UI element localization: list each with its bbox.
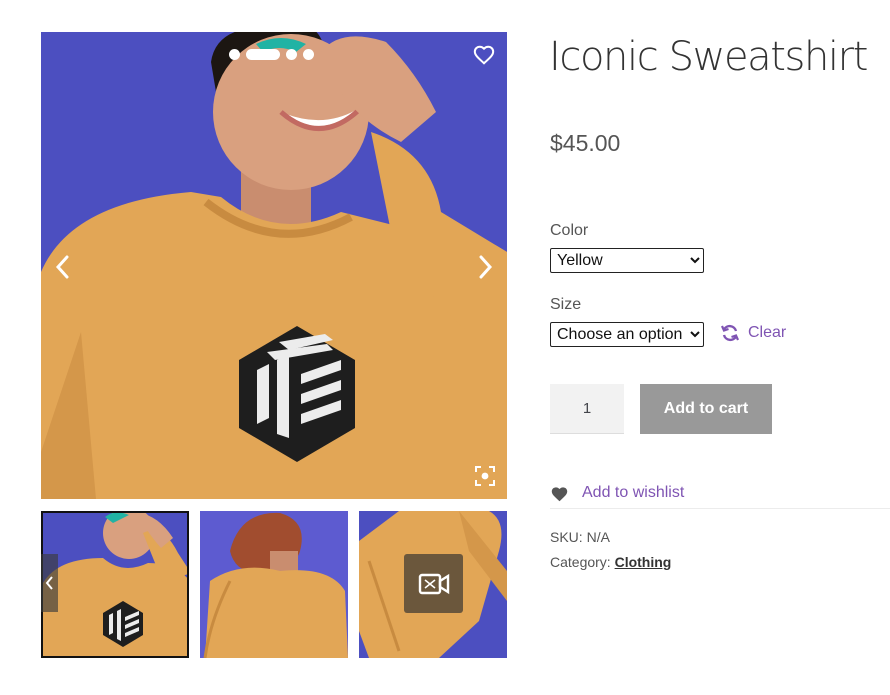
divider — [550, 508, 890, 509]
product-title: Iconic Sweatshirt — [549, 34, 868, 80]
chevron-left-icon[interactable] — [51, 252, 75, 282]
add-to-cart-button[interactable]: Add to cart — [640, 384, 772, 434]
zoom-icon[interactable] — [474, 465, 496, 487]
product-sku: SKU: N/A — [550, 529, 610, 545]
product-category: Category: Clothing — [550, 554, 671, 570]
slide-dot[interactable] — [303, 48, 314, 60]
size-select[interactable]: Choose an option — [550, 322, 704, 347]
color-select[interactable]: Yellow — [550, 248, 704, 273]
video-badge — [404, 554, 463, 613]
refresh-icon — [720, 324, 740, 342]
heart-icon[interactable] — [473, 44, 495, 66]
slide-dot-active[interactable] — [246, 48, 280, 60]
thumbnail-front[interactable] — [41, 511, 189, 658]
thumbnail-prev-button[interactable] — [41, 554, 58, 612]
add-to-wishlist-link[interactable]: Add to wishlist — [550, 484, 684, 502]
sku-label: SKU: — [550, 529, 583, 545]
product-main-image[interactable] — [41, 32, 507, 499]
quantity-input[interactable] — [550, 384, 624, 434]
thumbnail-strip — [41, 511, 507, 658]
heart-icon — [551, 486, 568, 501]
model-photo — [41, 32, 507, 499]
slide-dot[interactable] — [229, 48, 240, 60]
category-link[interactable]: Clothing — [615, 554, 672, 570]
clear-variations-link[interactable]: Clear — [720, 323, 786, 343]
chevron-left-icon — [45, 576, 53, 590]
slide-dot[interactable] — [286, 48, 297, 60]
slide-indicators — [229, 48, 314, 60]
product-price: $45.00 — [550, 130, 621, 156]
thumbnail-video[interactable] — [359, 511, 507, 658]
chevron-right-icon[interactable] — [473, 252, 497, 282]
category-label: Category: — [550, 554, 611, 570]
thumbnail-back[interactable] — [200, 511, 348, 658]
clear-label: Clear — [748, 324, 787, 341]
sku-value: N/A — [586, 529, 610, 545]
video-icon — [418, 573, 449, 594]
thumbnail-image — [200, 511, 348, 658]
thumbnail-image — [43, 513, 187, 656]
color-label: Color — [550, 222, 589, 239]
wishlist-label: Add to wishlist — [582, 484, 685, 501]
size-label: Size — [550, 296, 582, 313]
